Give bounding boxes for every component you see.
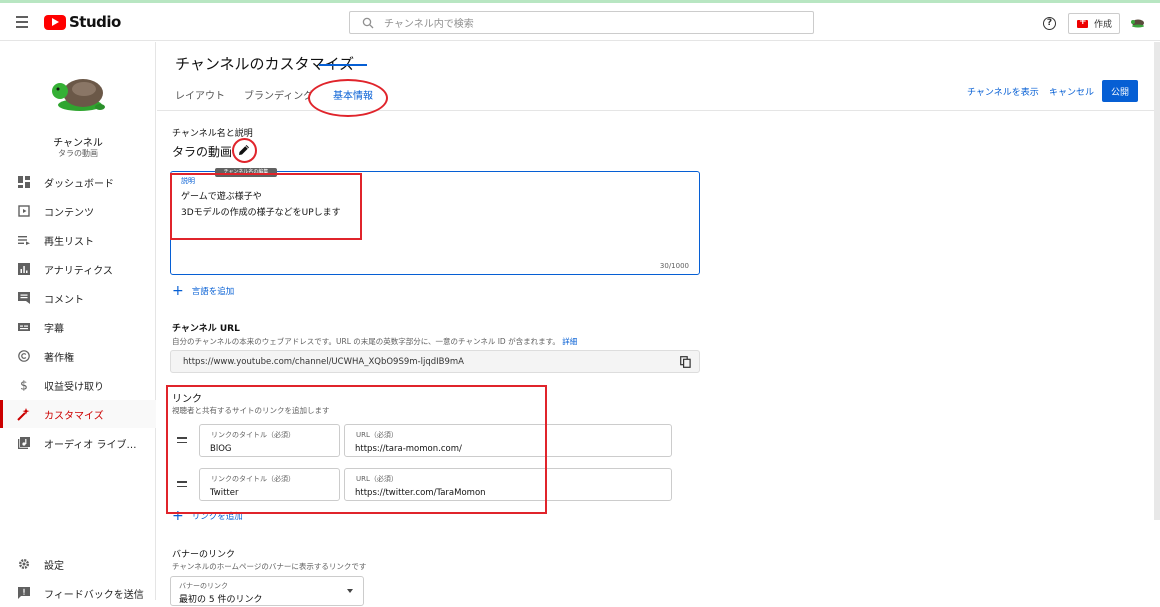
sidebar-item-label: 著作権 (44, 352, 74, 364)
help-icon[interactable]: ? (1043, 17, 1056, 30)
svg-text:$: $ (20, 379, 28, 391)
copy-icon[interactable] (680, 356, 691, 368)
sidebar-item-copyright[interactable]: 著作権 (0, 342, 156, 370)
sidebar-item-monetization[interactable]: $ 収益受け取り (0, 371, 156, 399)
sidebar-item-customization[interactable]: カスタマイズ (0, 400, 156, 428)
sidebar-item-label: 字幕 (44, 323, 64, 335)
audio-library-icon (17, 437, 30, 449)
dollar-icon: $ (17, 379, 30, 391)
view-channel-link[interactable]: チャンネルを表示 (967, 85, 1039, 98)
studio-logo[interactable]: Studio (44, 13, 121, 31)
banner-links-select[interactable]: バナーのリンク 最初の 5 件のリンク (170, 576, 364, 606)
tab-branding[interactable]: ブランディング (244, 87, 313, 102)
subtitles-icon (17, 321, 30, 333)
sidebar-item-content[interactable]: コンテンツ (0, 197, 156, 225)
annotation-circle (232, 138, 257, 163)
sidebar-item-label: カスタマイズ (44, 410, 104, 422)
channel-avatar[interactable] (48, 67, 110, 115)
comment-icon (17, 292, 30, 304)
feedback-icon (17, 587, 30, 599)
copyright-icon (17, 350, 30, 362)
channel-name: タラの動画 (58, 149, 98, 158)
tabs-divider (157, 110, 1160, 111)
annotation-ellipse (308, 79, 388, 117)
sidebar-item-analytics[interactable]: アナリティクス (0, 255, 156, 283)
sidebar-item-label: ダッシュボード (44, 178, 114, 190)
sidebar-item-label: コンテンツ (44, 207, 94, 219)
annotation-rect-links (166, 385, 547, 514)
banner-links-description: チャンネルのホームページのバナーに表示するリンクです (172, 562, 367, 571)
banner-select-label: バナーのリンク (179, 582, 228, 590)
sidebar-item-subtitles[interactable]: 字幕 (0, 313, 156, 341)
logo-text: Studio (69, 13, 121, 31)
sidebar-item-label: 設定 (44, 560, 64, 572)
channel-name-section-label: チャンネル名と説明 (172, 129, 253, 139)
sidebar-item-settings[interactable]: 設定 (0, 550, 156, 578)
main-content: チャンネルのカスタマイズ レイアウト ブランディング 基本情報 チャンネルを表示… (157, 42, 1160, 606)
gear-icon (17, 558, 30, 570)
sidebar-item-dashboard[interactable]: ダッシュボード (0, 168, 156, 196)
channel-url-label: チャンネル URL (172, 324, 240, 334)
sidebar-item-comments[interactable]: コメント (0, 284, 156, 312)
channel-label: チャンネル (53, 138, 103, 149)
sidebar-item-label: 収益受け取り (44, 381, 104, 393)
banner-links-label: バナーのリンク (172, 550, 236, 560)
details-link[interactable]: 詳細 (562, 337, 577, 346)
scrollbar[interactable] (1154, 42, 1160, 520)
character-counter: 30/1000 (659, 262, 689, 270)
top-bar: Studio チャンネル内で検索 ? 作成 (0, 3, 1160, 41)
annotation-rect-description (170, 173, 362, 240)
playlist-icon (17, 234, 30, 246)
search-icon (362, 17, 374, 28)
search-bar[interactable]: チャンネル内で検索 (349, 11, 814, 34)
content-icon (17, 205, 30, 217)
sidebar: チャンネル タラの動画 ダッシュボード コンテンツ 再生リスト アナリティクス … (0, 42, 156, 601)
channel-url-description: 自分のチャンネルの本来のウェブアドレスです。URL の末尾の英数字部分に、一意の… (172, 337, 578, 346)
publish-button[interactable]: 公開 (1102, 80, 1138, 102)
plus-icon: + (172, 283, 184, 299)
add-language-label: 言語を追加 (191, 287, 235, 297)
youtube-play-icon (44, 14, 66, 30)
sidebar-item-label: オーディオ ライブ… (44, 439, 137, 451)
magic-wand-icon (17, 407, 30, 421)
channel-url-value: https://www.youtube.com/channel/UCWHA_XQ… (183, 356, 464, 367)
create-button[interactable]: 作成 (1068, 13, 1120, 34)
sidebar-item-audio-library[interactable]: オーディオ ライブ… (0, 429, 156, 457)
sidebar-item-playlists[interactable]: 再生リスト (0, 226, 156, 254)
video-camera-icon (1077, 17, 1088, 28)
banner-select-value: 最初の 5 件のリンク (179, 595, 263, 605)
channel-url-field[interactable]: https://www.youtube.com/channel/UCWHA_XQ… (170, 350, 700, 373)
dashboard-icon (17, 176, 30, 188)
sidebar-item-label: アナリティクス (44, 265, 113, 277)
search-placeholder: チャンネル内で検索 (384, 19, 474, 30)
sidebar-item-label: フィードバックを送信 (44, 589, 144, 601)
add-language-button[interactable]: + 言語を追加 (172, 283, 235, 299)
dropdown-arrow-icon (347, 589, 353, 593)
sidebar-item-label: コメント (44, 294, 84, 306)
hamburger-menu-icon[interactable] (16, 16, 28, 31)
sidebar-item-label: 再生リスト (44, 236, 94, 248)
active-tab-indicator (319, 64, 367, 66)
cancel-button[interactable]: キャンセル (1049, 85, 1094, 98)
analytics-icon (17, 263, 30, 275)
account-avatar-icon[interactable] (1130, 16, 1146, 28)
tab-layout[interactable]: レイアウト (175, 87, 225, 102)
channel-name-value: タラの動画 (172, 145, 233, 159)
sidebar-item-feedback[interactable]: フィードバックを送信 (0, 579, 156, 607)
create-button-label: 作成 (1094, 20, 1113, 30)
